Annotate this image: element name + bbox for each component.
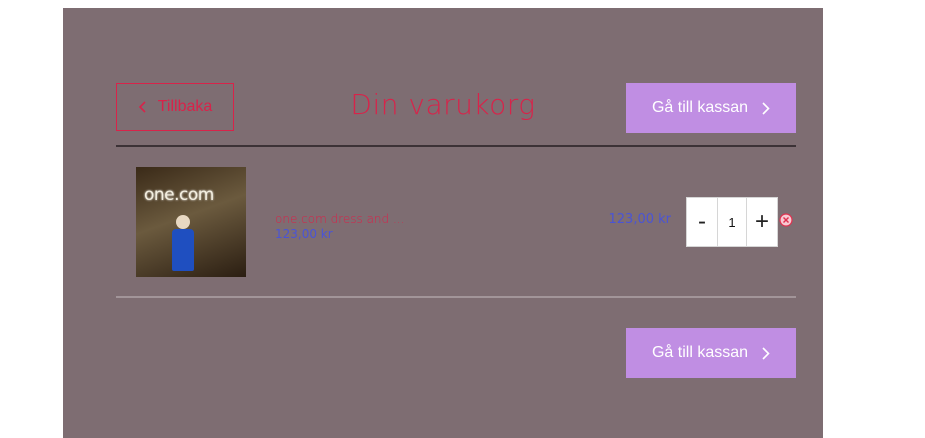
thumbnail-logo-text: one.com	[144, 185, 214, 205]
item-divider	[116, 296, 796, 298]
thumbnail-figure-head	[176, 215, 190, 229]
quantity-value[interactable]: 1	[718, 197, 746, 247]
checkout-button-label: Gå till kassan	[651, 99, 749, 116]
checkout-button-top[interactable]: Gå till kassan	[626, 83, 796, 133]
product-name[interactable]: one.com dress and ...	[275, 212, 404, 226]
checkout-button-bottom[interactable]: Gå till kassan	[626, 328, 796, 378]
quantity-stepper: - 1 +	[686, 197, 778, 247]
product-unit-price: 123,00 kr	[275, 227, 333, 241]
chevron-right-icon	[762, 101, 770, 115]
decrement-button[interactable]: -	[686, 197, 718, 247]
product-thumbnail[interactable]: one.com	[136, 167, 246, 277]
cart-panel: Tillbaka Din varukorg Gå till kassan one…	[63, 8, 823, 438]
line-total: 123,00 kr	[608, 212, 672, 227]
checkout-button-label: Gå till kassan	[651, 344, 749, 361]
remove-circle-icon[interactable]	[779, 213, 793, 227]
header-divider	[116, 145, 796, 147]
increment-button[interactable]: +	[746, 197, 778, 247]
thumbnail-figure-dress	[172, 229, 194, 271]
chevron-right-icon	[762, 346, 770, 360]
